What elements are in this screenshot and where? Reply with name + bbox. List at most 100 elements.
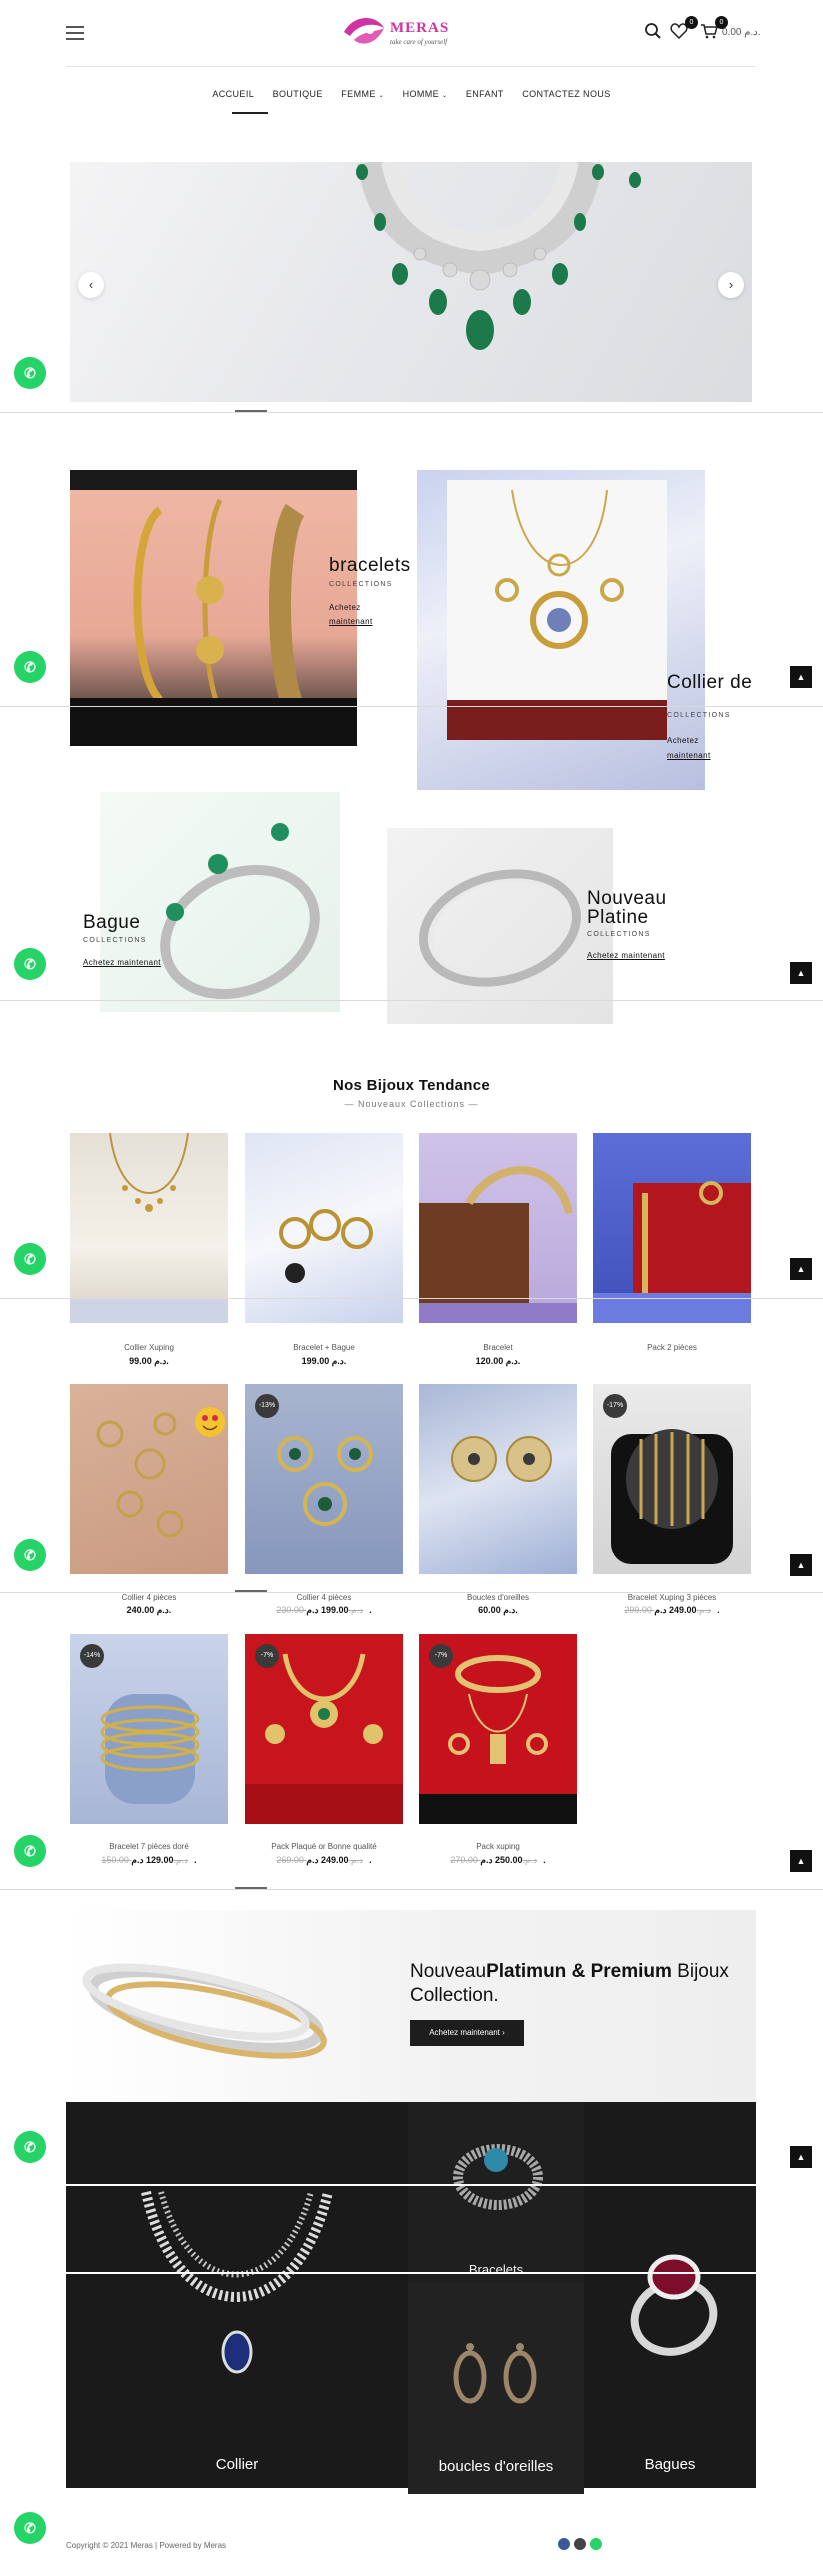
whatsapp-button[interactable]: ✆ xyxy=(14,1243,46,1275)
whatsapp-button[interactable]: ✆ xyxy=(14,2512,46,2544)
product-image[interactable]: -14% xyxy=(70,1634,228,1824)
product-image[interactable]: -7% xyxy=(245,1634,403,1824)
whatsapp-button[interactable]: ✆ xyxy=(14,1539,46,1571)
platine-collection-image[interactable] xyxy=(387,828,613,1024)
logo-mark-icon xyxy=(344,17,384,44)
collection-link[interactable]: Achetez xyxy=(329,603,361,612)
facebook-icon[interactable] xyxy=(558,2538,570,2550)
bangles-image xyxy=(82,1963,327,2059)
hamburger-icon xyxy=(66,26,84,28)
product-image[interactable] xyxy=(419,1384,577,1574)
instagram-icon[interactable] xyxy=(574,2538,586,2550)
category-label-bracelets[interactable]: Bracelets xyxy=(408,2262,584,2277)
whatsapp-icon[interactable] xyxy=(590,2538,602,2550)
whatsapp-button[interactable]: ✆ xyxy=(14,651,46,683)
whatsapp-button[interactable]: ✆ xyxy=(14,1835,46,1867)
product-name[interactable]: Collier 4 pièces xyxy=(70,1593,228,1602)
product-name[interactable]: Bracelet 7 pièces doré xyxy=(70,1842,228,1851)
collection-link[interactable]: maintenant xyxy=(329,617,373,626)
nav-item-contact[interactable]: CONTACTEZ NOUS xyxy=(522,89,610,99)
collection-link[interactable]: Achetez xyxy=(667,736,699,745)
nav-item-accueil[interactable]: ACCUEIL xyxy=(212,89,254,99)
product-image[interactable]: -17% xyxy=(593,1384,751,1574)
slider-next-button[interactable]: › xyxy=(718,272,744,298)
bague-collection-image[interactable] xyxy=(100,792,340,1012)
scroll-to-top-button[interactable]: ▲ xyxy=(790,2146,812,2168)
nav-item-boutique[interactable]: BOUTIQUE xyxy=(273,89,323,99)
section-indicator xyxy=(235,1887,267,1889)
whatsapp-icon: ✆ xyxy=(24,1547,36,1563)
whatsapp-button[interactable]: ✆ xyxy=(14,2131,46,2163)
search-button[interactable] xyxy=(644,22,666,44)
chevron-down-icon: ⌄ xyxy=(378,93,385,99)
category-label-bagues[interactable]: Bagues xyxy=(584,2456,756,2473)
sale-badge: -7% xyxy=(429,1644,453,1668)
product-price: 230.00 د.م.199.00 د.م. xyxy=(276,1605,372,1615)
product-image[interactable]: -13% xyxy=(245,1384,403,1574)
arrow-up-icon: ▲ xyxy=(796,1560,806,1570)
scroll-to-top-button[interactable]: ▲ xyxy=(790,666,812,688)
product-name[interactable]: Pack xuping xyxy=(419,1842,577,1851)
logo[interactable]: MERAS take care of yourself xyxy=(340,10,500,58)
collection-link[interactable]: maintenant xyxy=(667,751,711,760)
nav-active-indicator xyxy=(232,112,268,114)
ring-image xyxy=(630,2254,718,2356)
category-collier[interactable] xyxy=(66,2102,408,2488)
wishlist-count: 0 xyxy=(685,16,698,29)
sale-badge: -14% xyxy=(80,1644,104,1668)
collection-subtitle: COLLECTIONS xyxy=(83,937,147,944)
sale-badge: -7% xyxy=(255,1644,279,1668)
collection-link[interactable]: Achetez maintenant xyxy=(83,958,161,967)
product-price: 120.00 د.م. xyxy=(475,1356,521,1366)
whatsapp-button[interactable]: ✆ xyxy=(14,948,46,980)
sale-badge: -13% xyxy=(255,1394,279,1418)
section-divider xyxy=(0,2184,823,2186)
collection-subtitle: COLLECTIONS xyxy=(667,712,731,719)
product-name[interactable]: Pack Plaqué or Bonne qualité xyxy=(245,1842,403,1851)
wishlist-button[interactable]: 0 xyxy=(670,16,698,44)
scroll-to-top-button[interactable]: ▲ xyxy=(790,962,812,984)
collection-title-bracelets: bracelets xyxy=(329,555,411,576)
product-image[interactable] xyxy=(419,1133,577,1323)
logo-tagline: take care of yourself xyxy=(390,38,448,46)
cart-button[interactable]: 0 xyxy=(700,16,728,44)
product-name[interactable]: Bracelet + Bague xyxy=(245,1343,403,1352)
slider-prev-button[interactable]: ‹ xyxy=(78,272,104,298)
category-label-collier[interactable]: Collier xyxy=(66,2456,408,2473)
category-bagues[interactable] xyxy=(584,2102,756,2488)
collection-link[interactable]: Achetez maintenant xyxy=(587,951,665,960)
promo-shop-button[interactable]: Achetez maintenant › xyxy=(410,2020,524,2046)
product-image[interactable] xyxy=(70,1384,228,1574)
product-name[interactable]: Boucles d'oreilles xyxy=(419,1593,577,1602)
product-image[interactable]: -7% xyxy=(419,1634,577,1824)
cart-total[interactable]: 0.00 د.م. xyxy=(722,27,760,38)
product-name[interactable]: Collier Xuping xyxy=(70,1343,228,1352)
arrow-up-icon: ▲ xyxy=(796,672,806,682)
category-bracelets[interactable] xyxy=(408,2102,584,2282)
nav-item-enfant[interactable]: ENFANT xyxy=(466,89,504,99)
bracelets-collection-image[interactable] xyxy=(70,470,357,746)
product-price: 299.00 د.م.249.00 د.م. xyxy=(624,1605,720,1615)
product-name[interactable]: Collier 4 pièces xyxy=(245,1593,403,1602)
promo-heading: NouveauPlatimun & Premium Bijoux Collect… xyxy=(410,1961,729,2006)
product-price: 269.00 د.م.249.00 د.م. xyxy=(276,1855,372,1865)
product-name[interactable]: Pack 2 pièces xyxy=(593,1343,751,1352)
product-name[interactable]: Bracelet xyxy=(419,1343,577,1352)
product-image[interactable] xyxy=(70,1133,228,1323)
category-label-boucles[interactable]: boucles d'oreilles xyxy=(408,2458,584,2475)
whatsapp-button[interactable]: ✆ xyxy=(14,357,46,389)
menu-button[interactable] xyxy=(66,26,86,42)
product-image[interactable] xyxy=(245,1133,403,1323)
chevron-left-icon: ‹ xyxy=(88,277,94,292)
scroll-to-top-button[interactable]: ▲ xyxy=(790,1850,812,1872)
nav-item-homme[interactable]: HOMME ⌄ xyxy=(403,89,448,99)
main-nav: ACCUEIL BOUTIQUE FEMME ⌄ HOMME ⌄ ENFANT … xyxy=(0,84,823,102)
nav-item-femme[interactable]: FEMME ⌄ xyxy=(341,89,384,99)
product-name[interactable]: Bracelet Xuping 3 pièces xyxy=(593,1593,751,1602)
product-image[interactable] xyxy=(593,1133,751,1323)
chevron-right-icon: › xyxy=(728,277,734,292)
logo-text: MERAS xyxy=(390,20,450,36)
scroll-to-top-button[interactable]: ▲ xyxy=(790,1258,812,1280)
scroll-to-top-button[interactable]: ▲ xyxy=(790,1554,812,1576)
collier-collection-image[interactable] xyxy=(417,470,705,790)
